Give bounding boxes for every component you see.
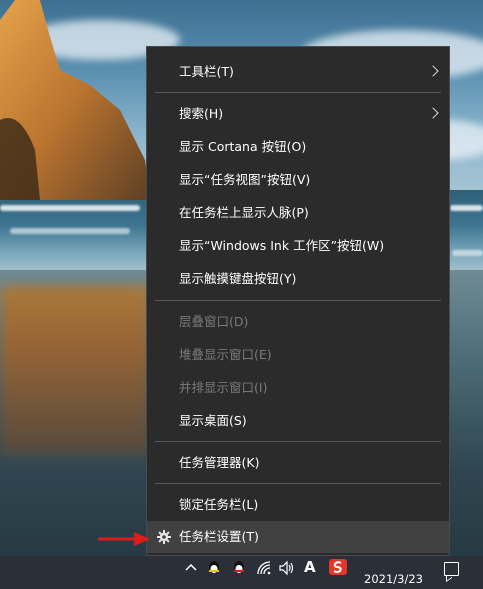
menu-item-taskbar-settings[interactable]: 任务栏设置(T) xyxy=(147,521,449,553)
menu-item-label: 任务管理器(K) xyxy=(179,455,260,470)
menu-item-label: 堆叠显示窗口(E) xyxy=(179,347,272,362)
menu-item-label: 锁定任务栏(L) xyxy=(179,497,259,512)
wifi-icon[interactable] xyxy=(257,561,271,580)
menu-item-label: 显示 Cortana 按钮(O) xyxy=(179,139,307,154)
menu-item-show-touch-keyboard-button[interactable]: 显示触摸键盘按钮(Y) xyxy=(147,263,449,295)
menu-item-label: 并排显示窗口(I) xyxy=(179,380,268,395)
wallpaper-wave xyxy=(10,228,130,234)
gear-icon xyxy=(157,530,171,544)
menu-item-label: 显示触摸键盘按钮(Y) xyxy=(179,271,297,286)
taskbar-context-menu: 工具栏(T) 搜索(H) 显示 Cortana 按钮(O) 显示“任务视图”按钮… xyxy=(146,46,450,556)
sogou-icon[interactable] xyxy=(328,558,348,581)
volume-icon[interactable] xyxy=(279,560,295,580)
wallpaper-rock xyxy=(0,0,150,200)
menu-item-label: 显示“Windows Ink 工作区”按钮(W) xyxy=(179,238,385,253)
menu-item-cascade-windows: 层叠窗口(D) xyxy=(147,306,449,338)
menu-item-task-manager[interactable]: 任务管理器(K) xyxy=(147,447,449,479)
menu-item-side-by-side-windows: 并排显示窗口(I) xyxy=(147,372,449,404)
menu-item-label: 层叠窗口(D) xyxy=(179,314,249,329)
clock-date[interactable]: 2021/3/23 xyxy=(364,572,423,586)
menu-item-show-task-view-button[interactable]: 显示“任务视图”按钮(V) xyxy=(147,164,449,196)
menu-item-toolbars[interactable]: 工具栏(T) xyxy=(147,56,449,88)
menu-item-label: 任务栏设置(T) xyxy=(179,529,259,544)
wallpaper-wave xyxy=(452,250,483,256)
wallpaper-rock-reflection xyxy=(0,285,150,455)
qq-icon-2[interactable] xyxy=(232,560,246,581)
menu-item-label: 在任务栏上显示人脉(P) xyxy=(179,205,309,220)
menu-item-show-people[interactable]: 在任务栏上显示人脉(P) xyxy=(147,197,449,229)
ime-icon[interactable]: A xyxy=(304,559,316,575)
menu-item-lock-taskbar[interactable]: 锁定任务栏(L) xyxy=(147,489,449,521)
menu-separator xyxy=(155,92,441,93)
menu-separator xyxy=(155,300,441,301)
menu-item-label: 搜索(H) xyxy=(179,106,224,121)
menu-item-label: 工具栏(T) xyxy=(179,64,234,79)
chevron-up-icon[interactable] xyxy=(185,562,197,579)
menu-separator xyxy=(155,483,441,484)
menu-separator xyxy=(155,441,441,442)
chevron-right-icon xyxy=(427,107,439,119)
notification-icon[interactable] xyxy=(444,562,459,576)
menu-item-show-windows-ink-button[interactable]: 显示“Windows Ink 工作区”按钮(W) xyxy=(147,230,449,262)
menu-item-stack-windows: 堆叠显示窗口(E) xyxy=(147,339,449,371)
taskbar: A 2021/3/23 xyxy=(0,556,483,589)
annotation-arrow-icon xyxy=(98,532,150,546)
menu-item-search[interactable]: 搜索(H) xyxy=(147,98,449,130)
chevron-right-icon xyxy=(427,65,439,77)
menu-item-label: 显示桌面(S) xyxy=(179,413,247,428)
wallpaper-wave xyxy=(450,205,483,211)
menu-item-label: 显示“任务视图”按钮(V) xyxy=(179,172,311,187)
menu-item-show-cortana-button[interactable]: 显示 Cortana 按钮(O) xyxy=(147,131,449,163)
wallpaper-wave xyxy=(0,205,140,211)
qq-icon[interactable] xyxy=(207,560,221,581)
menu-item-show-desktop[interactable]: 显示桌面(S) xyxy=(147,405,449,437)
